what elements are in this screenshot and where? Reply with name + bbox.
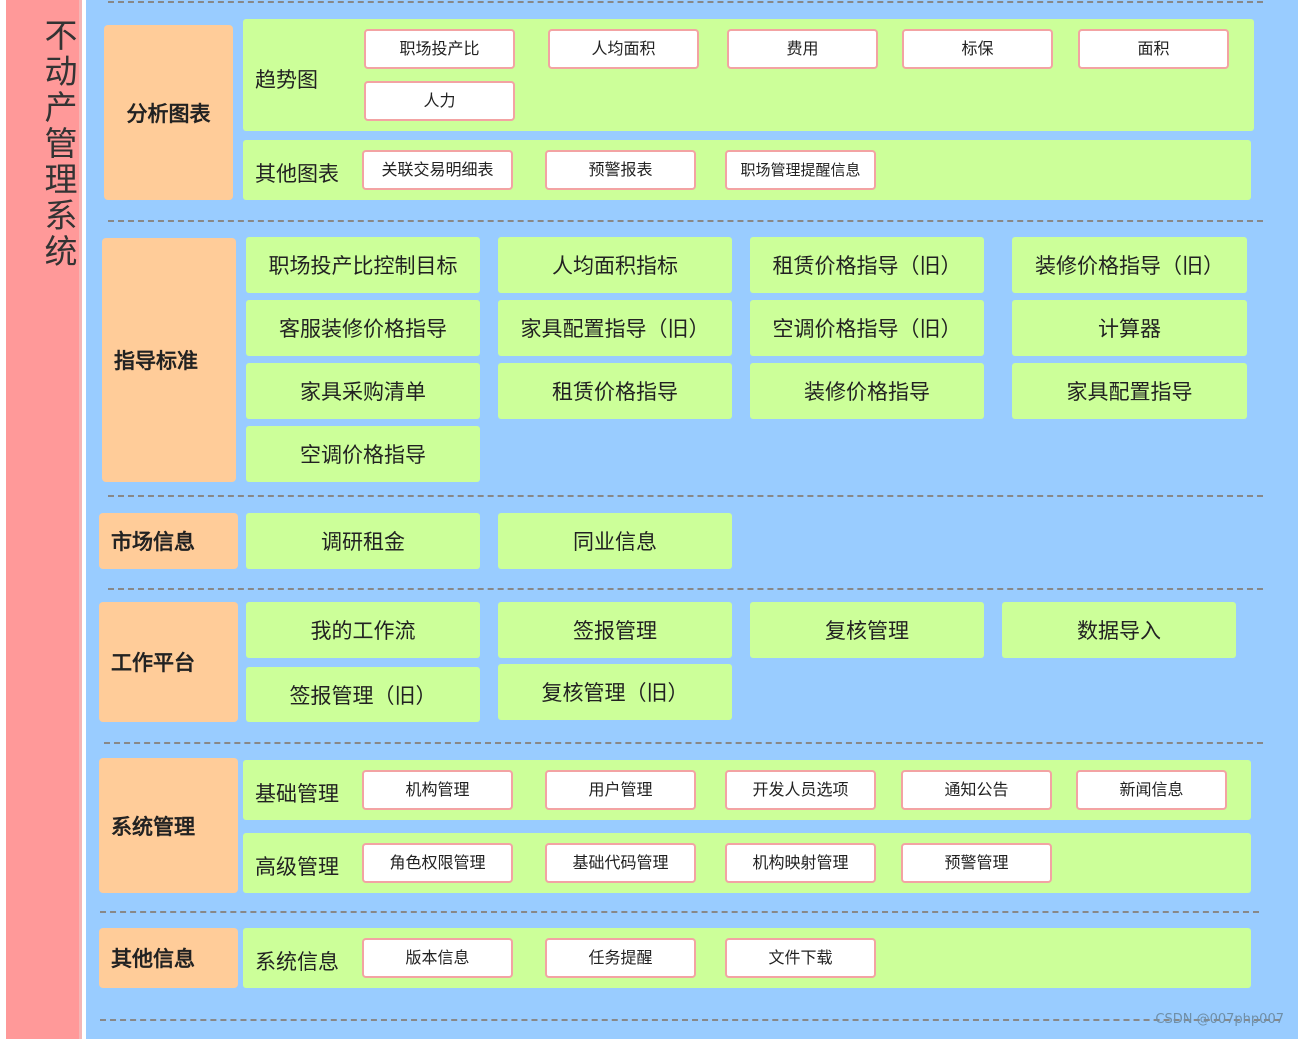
workbench-item-data-import[interactable]: 数据导入	[1002, 602, 1236, 658]
other-chart-workplace-reminder[interactable]: 职场管理提醒信息	[725, 150, 876, 190]
advanced-management-label: 高级管理	[255, 855, 339, 879]
sysmgmt-org-mapping[interactable]: 机构映射管理	[725, 843, 876, 883]
other-chart-warning-report[interactable]: 预警报表	[545, 150, 696, 190]
sysmgmt-developer-options[interactable]: 开发人员选项	[725, 770, 876, 810]
separator	[108, 1, 1263, 3]
other-task-reminder[interactable]: 任务提醒	[545, 938, 696, 978]
trend-item-manpower[interactable]: 人力	[364, 81, 515, 121]
sysmgmt-warning-management[interactable]: 预警管理	[901, 843, 1052, 883]
guidance-item[interactable]: 客服装修价格指导	[246, 300, 480, 356]
watermark: CSDN @007php007	[1155, 1012, 1284, 1027]
sysmgmt-role-permissions[interactable]: 角色权限管理	[362, 843, 513, 883]
workbench-item-review-mgmt[interactable]: 复核管理	[750, 602, 984, 658]
workbench-item-submission-mgmt[interactable]: 签报管理	[498, 602, 732, 658]
guidance-item[interactable]: 租赁价格指导	[498, 363, 732, 419]
workbench-item-review-mgmt-old[interactable]: 复核管理（旧）	[498, 664, 732, 720]
separator	[104, 742, 1263, 744]
separator	[100, 1019, 1280, 1021]
category-workbench: 工作平台	[99, 602, 238, 722]
guidance-item[interactable]: 租赁价格指导（旧）	[750, 237, 984, 293]
guidance-item[interactable]: 职场投产比控制目标	[246, 237, 480, 293]
guidance-item[interactable]: 装修价格指导（旧）	[1012, 237, 1247, 293]
category-analysis-charts: 分析图表	[104, 25, 233, 200]
guidance-item[interactable]: 人均面积指标	[498, 237, 732, 293]
guidance-item[interactable]: 家具配置指导	[1012, 363, 1247, 419]
separator	[108, 495, 1263, 497]
sysmgmt-user-management[interactable]: 用户管理	[545, 770, 696, 810]
sysmgmt-notices[interactable]: 通知公告	[901, 770, 1052, 810]
other-file-download[interactable]: 文件下载	[725, 938, 876, 978]
workbench-item-my-workflow[interactable]: 我的工作流	[246, 602, 480, 658]
other-charts-label: 其他图表	[255, 162, 339, 186]
sysmgmt-news[interactable]: 新闻信息	[1076, 770, 1227, 810]
category-other-info: 其他信息	[99, 928, 238, 988]
sysmgmt-org-management[interactable]: 机构管理	[362, 770, 513, 810]
category-system-management: 系统管理	[99, 758, 238, 893]
trend-item-workplace-ratio[interactable]: 职场投产比	[364, 29, 515, 69]
trend-item-area-per-person[interactable]: 人均面积	[548, 29, 699, 69]
guidance-item[interactable]: 空调价格指导（旧）	[750, 300, 984, 356]
guidance-item[interactable]: 装修价格指导	[750, 363, 984, 419]
category-market-info: 市场信息	[99, 513, 238, 569]
system-title: 不动产管理系统	[39, 18, 78, 270]
category-guidance-standards: 指导标准	[102, 238, 236, 482]
guidance-item[interactable]: 家具采购清单	[246, 363, 480, 419]
basic-management-label: 基础管理	[255, 782, 339, 806]
separator	[108, 588, 1263, 590]
guidance-item[interactable]: 空调价格指导	[246, 426, 480, 482]
trend-item-area[interactable]: 面积	[1078, 29, 1229, 69]
workbench-item-submission-mgmt-old[interactable]: 签报管理（旧）	[246, 667, 480, 722]
system-info-label: 系统信息	[255, 950, 339, 974]
other-version-info[interactable]: 版本信息	[362, 938, 513, 978]
sysmgmt-base-codes[interactable]: 基础代码管理	[545, 843, 696, 883]
market-item-peer-info[interactable]: 同业信息	[498, 513, 732, 569]
trend-item-cost[interactable]: 费用	[727, 29, 878, 69]
trend-item-premium[interactable]: 标保	[902, 29, 1053, 69]
trend-chart-label: 趋势图	[255, 68, 318, 92]
separator	[100, 911, 1259, 913]
separator	[108, 220, 1263, 222]
guidance-item[interactable]: 家具配置指导（旧）	[498, 300, 732, 356]
guidance-item[interactable]: 计算器	[1012, 300, 1247, 356]
other-chart-related-transactions[interactable]: 关联交易明细表	[362, 150, 513, 190]
market-item-rent-survey[interactable]: 调研租金	[246, 513, 480, 569]
